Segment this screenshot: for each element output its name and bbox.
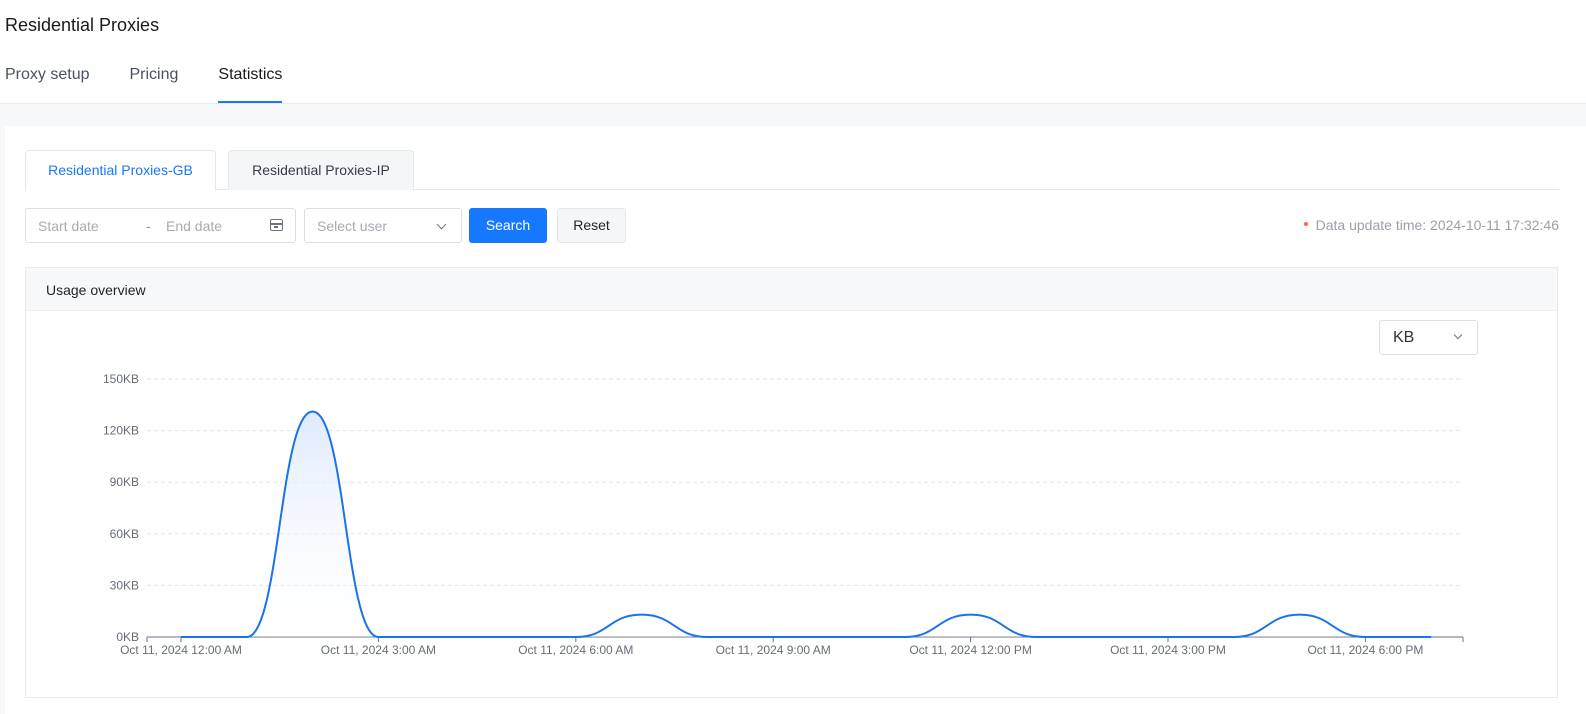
usage-area	[181, 411, 1432, 637]
tab-statistics[interactable]: Statistics	[218, 66, 283, 104]
y-tick-label: 120KB	[103, 424, 139, 438]
status-dot-icon	[1303, 222, 1308, 227]
tab-pricing[interactable]: Pricing	[129, 66, 178, 104]
tab-proxy-setup[interactable]: Proxy setup	[5, 66, 89, 104]
date-separator: -	[146, 218, 151, 234]
y-tick-label: 30KB	[110, 578, 139, 592]
chevron-down-icon	[436, 219, 447, 230]
unit-select[interactable]: KB	[1379, 320, 1478, 355]
page-title: Residential Proxies	[5, 15, 160, 35]
x-tick-label: Oct 11, 2024 9:00 AM	[716, 643, 831, 657]
unit-select-value: KB	[1393, 329, 1415, 346]
filter-bar: Start date - End date Select user Search…	[25, 208, 1559, 243]
nav-tabs: Proxy setup Pricing Statistics	[5, 66, 322, 104]
chevron-down-icon	[1453, 330, 1463, 340]
calendar-icon	[270, 219, 283, 231]
y-tick-label: 150KB	[103, 372, 139, 386]
sub-tab-residential-gb[interactable]: Residential Proxies-GB	[25, 150, 216, 191]
update-time-text: Data update time: 2024-10-11 17:32:46	[1315, 217, 1559, 233]
user-select-placeholder: Select user	[317, 218, 388, 234]
start-date-input[interactable]: Start date	[38, 218, 99, 234]
x-tick-label: Oct 11, 2024 3:00 PM	[1110, 643, 1226, 657]
x-tick-label: Oct 11, 2024 6:00 AM	[518, 643, 633, 657]
sub-tab-residential-ip[interactable]: Residential Proxies-IP	[228, 150, 414, 190]
x-tick-label: Oct 11, 2024 3:00 AM	[321, 643, 436, 657]
usage-chart: 0KB 30KB 60KB 90KB 120KB 150KB Oct 11, 2024 12…	[103, 372, 1464, 657]
y-tick-label: 0KB	[116, 630, 139, 644]
reset-button[interactable]: Reset	[557, 208, 626, 243]
data-update-time: Data update time: 2024-10-11 17:32:46	[1303, 217, 1559, 233]
x-tick-label: Oct 11, 2024 12:00 PM	[909, 643, 1032, 657]
sub-tabs: Residential Proxies-GB Residential Proxi…	[25, 150, 1559, 191]
usage-overview-card: Usage overview 0KB 30KB 60KB 90KB 120KB 150KB…	[25, 267, 1558, 698]
date-range-picker[interactable]: Start date - End date	[25, 208, 296, 243]
top-header: Residential Proxies Proxy setup Pricing …	[0, 0, 1586, 104]
y-tick-label: 60KB	[110, 527, 139, 541]
statistics-panel: Residential Proxies-GB Residential Proxi…	[5, 126, 1586, 714]
search-button[interactable]: Search	[469, 208, 547, 243]
y-tick-label: 90KB	[110, 475, 139, 489]
x-tick-label: Oct 11, 2024 12:00 AM	[120, 643, 242, 657]
x-tick-label: Oct 11, 2024 6:00 PM	[1307, 643, 1423, 657]
user-select[interactable]: Select user	[304, 208, 462, 243]
usage-line	[181, 410, 1432, 638]
end-date-input[interactable]: End date	[166, 218, 222, 234]
